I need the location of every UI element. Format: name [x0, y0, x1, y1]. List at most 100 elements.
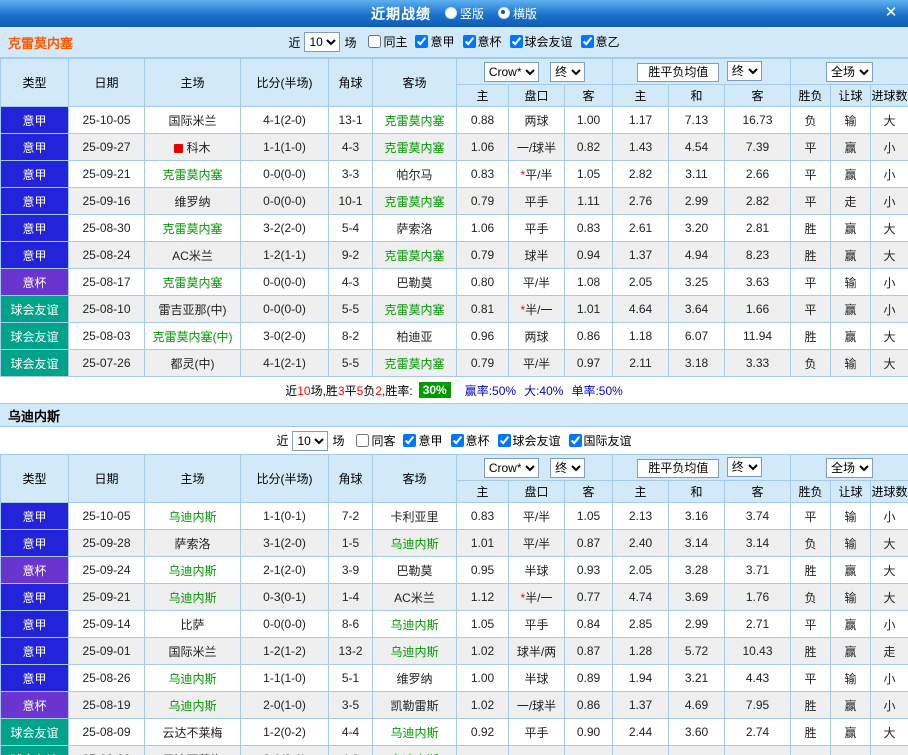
- match-score[interactable]: 0-0(0-0): [240, 187, 329, 215]
- match-score[interactable]: 1-2(1-2): [240, 637, 329, 665]
- home-team[interactable]: 克雷莫内塞: [144, 160, 241, 188]
- home-team[interactable]: 克雷莫内塞(中): [144, 322, 241, 350]
- bookmaker-select[interactable]: Crow*: [483, 61, 539, 82]
- match-score[interactable]: 1-2(0-2): [240, 718, 329, 746]
- checkbox-input[interactable]: [403, 433, 417, 447]
- away-team[interactable]: 凯勒雷斯: [372, 691, 457, 719]
- home-team[interactable]: 乌迪内斯: [144, 691, 241, 719]
- match-count-select[interactable]: 10: [304, 32, 341, 52]
- final-avg-select[interactable]: 终: [726, 457, 762, 478]
- away-team[interactable]: 帕尔马: [372, 160, 457, 188]
- match-score[interactable]: 1-2(1-1): [240, 241, 329, 269]
- filter-checkbox-意甲[interactable]: 意甲: [415, 33, 455, 50]
- filter-checkbox-意甲[interactable]: 意甲: [403, 432, 443, 449]
- checkbox-input[interactable]: [450, 433, 464, 447]
- match-score[interactable]: 0-0(0-0): [240, 160, 329, 188]
- checkbox-input[interactable]: [568, 433, 582, 447]
- checkbox-input[interactable]: [462, 35, 476, 48]
- final-odds-select[interactable]: 终: [550, 457, 586, 478]
- home-team[interactable]: 云达不莱梅: [144, 718, 241, 746]
- checkbox-input[interactable]: [415, 35, 429, 48]
- final-avg-select[interactable]: 终: [726, 61, 762, 82]
- home-team[interactable]: 乌迪内斯: [144, 583, 241, 611]
- avg-home-odds: 1.94: [612, 664, 669, 692]
- home-team[interactable]: 乌迪内斯: [144, 502, 241, 530]
- match-row: 意甲 25-08-24 AC米兰 1-2(1-1) 9-2 克雷莫内塞 0.79 球半 0.94…: [0, 241, 908, 269]
- away-team[interactable]: 克雷莫内塞: [372, 106, 457, 134]
- checkbox-input[interactable]: [509, 35, 523, 48]
- match-score[interactable]: 0-0(0-0): [240, 610, 329, 638]
- match-score[interactable]: 2-0(1-0): [240, 691, 329, 719]
- match-score[interactable]: 2-1(2-0): [240, 556, 329, 584]
- away-team[interactable]: 乌迪内斯: [372, 610, 457, 638]
- home-team[interactable]: 萨索洛: [144, 529, 241, 557]
- avg-draw-odds: [668, 745, 725, 755]
- filter-checkbox-意杯[interactable]: 意杯: [450, 432, 490, 449]
- col-goals: 进球数: [870, 84, 908, 107]
- home-team[interactable]: 科木: [144, 133, 241, 161]
- away-team[interactable]: 乌迪内斯: [372, 529, 457, 557]
- match-score[interactable]: 3-0(2-0): [240, 322, 329, 350]
- match-score[interactable]: 4-1(2-1): [240, 349, 329, 377]
- home-team[interactable]: AC米兰: [144, 241, 241, 269]
- away-team[interactable]: 卡利亚里: [372, 502, 457, 530]
- home-team[interactable]: 乌迪内斯: [144, 556, 241, 584]
- home-team[interactable]: 克雷莫内塞: [144, 214, 241, 242]
- home-team[interactable]: 国际米兰: [144, 106, 241, 134]
- away-team[interactable]: 巴勒莫: [372, 556, 457, 584]
- away-team[interactable]: 乌迪内斯: [372, 745, 457, 755]
- away-team[interactable]: 乌迪内斯: [372, 718, 457, 746]
- match-score[interactable]: 1-1(1-0): [240, 133, 329, 161]
- filter-checkbox-意杯[interactable]: 意杯: [462, 33, 502, 50]
- match-score[interactable]: 1-1(1-0): [240, 664, 329, 692]
- home-team[interactable]: 雷吉亚那(中): [144, 295, 241, 323]
- away-team[interactable]: 维罗纳: [372, 664, 457, 692]
- away-team[interactable]: 柏迪亚: [372, 322, 457, 350]
- scope-select[interactable]: 全场: [826, 61, 874, 82]
- checkbox-input[interactable]: [497, 433, 511, 447]
- layout-radio-横版[interactable]: 横版: [498, 5, 537, 22]
- home-team[interactable]: 都灵(中): [144, 349, 241, 377]
- away-team[interactable]: 克雷莫内塞: [372, 349, 457, 377]
- final-odds-select[interactable]: 终: [550, 61, 586, 82]
- scope-select[interactable]: 全场: [826, 457, 874, 478]
- layout-radio-竖版[interactable]: 竖版: [444, 5, 484, 22]
- filter-checkbox-同主[interactable]: 同主: [368, 33, 407, 50]
- bookmaker-select[interactable]: Crow*: [483, 457, 539, 478]
- radio-unchecked-icon[interactable]: [444, 7, 457, 20]
- match-score[interactable]: 3-1(2-0): [240, 529, 329, 557]
- checkbox-input[interactable]: [356, 433, 370, 447]
- close-icon[interactable]: ✕: [882, 4, 900, 22]
- filter-checkbox-球会友谊[interactable]: 球会友谊: [497, 432, 561, 449]
- match-score[interactable]: 0-0(0-0): [240, 295, 329, 323]
- away-team[interactable]: 克雷莫内塞: [372, 133, 457, 161]
- filter-checkbox-同客[interactable]: 同客: [356, 432, 395, 449]
- match-score[interactable]: 4-1(2-0): [240, 106, 329, 134]
- match-row: 意杯 25-09-24 乌迪内斯 2-1(2-0) 3-9 巴勒莫 0.95 半球 0.93 2.…: [0, 556, 908, 584]
- away-team[interactable]: AC米兰: [372, 583, 457, 611]
- filter-checkbox-意乙[interactable]: 意乙: [580, 33, 620, 50]
- away-team[interactable]: 乌迪内斯: [372, 637, 457, 665]
- home-team[interactable]: 乌迪内斯: [144, 664, 241, 692]
- match-score[interactable]: 0-1(0-1): [240, 745, 329, 755]
- away-team[interactable]: 克雷莫内塞: [372, 241, 457, 269]
- match-score[interactable]: 0-0(0-0): [240, 268, 329, 296]
- away-team[interactable]: 克雷莫内塞: [372, 295, 457, 323]
- match-count-select[interactable]: 10: [292, 430, 329, 451]
- match-score[interactable]: 1-1(0-1): [240, 502, 329, 530]
- home-team[interactable]: 维罗纳: [144, 187, 241, 215]
- home-team[interactable]: 国际米兰: [144, 637, 241, 665]
- away-team[interactable]: 巴勒莫: [372, 268, 457, 296]
- away-team[interactable]: 萨索洛: [372, 214, 457, 242]
- match-score[interactable]: 3-2(2-0): [240, 214, 329, 242]
- match-score[interactable]: 0-3(0-1): [240, 583, 329, 611]
- filter-checkbox-球会友谊[interactable]: 球会友谊: [509, 33, 573, 50]
- checkbox-input[interactable]: [368, 35, 382, 48]
- filter-checkbox-国际友谊[interactable]: 国际友谊: [568, 432, 632, 449]
- away-team[interactable]: 克雷莫内塞: [372, 187, 457, 215]
- home-team[interactable]: 云达不莱梅: [144, 745, 241, 755]
- home-team[interactable]: 比萨: [144, 610, 241, 638]
- radio-checked-icon[interactable]: [498, 7, 510, 20]
- checkbox-input[interactable]: [580, 35, 594, 48]
- home-team[interactable]: 克雷莫内塞: [144, 268, 241, 296]
